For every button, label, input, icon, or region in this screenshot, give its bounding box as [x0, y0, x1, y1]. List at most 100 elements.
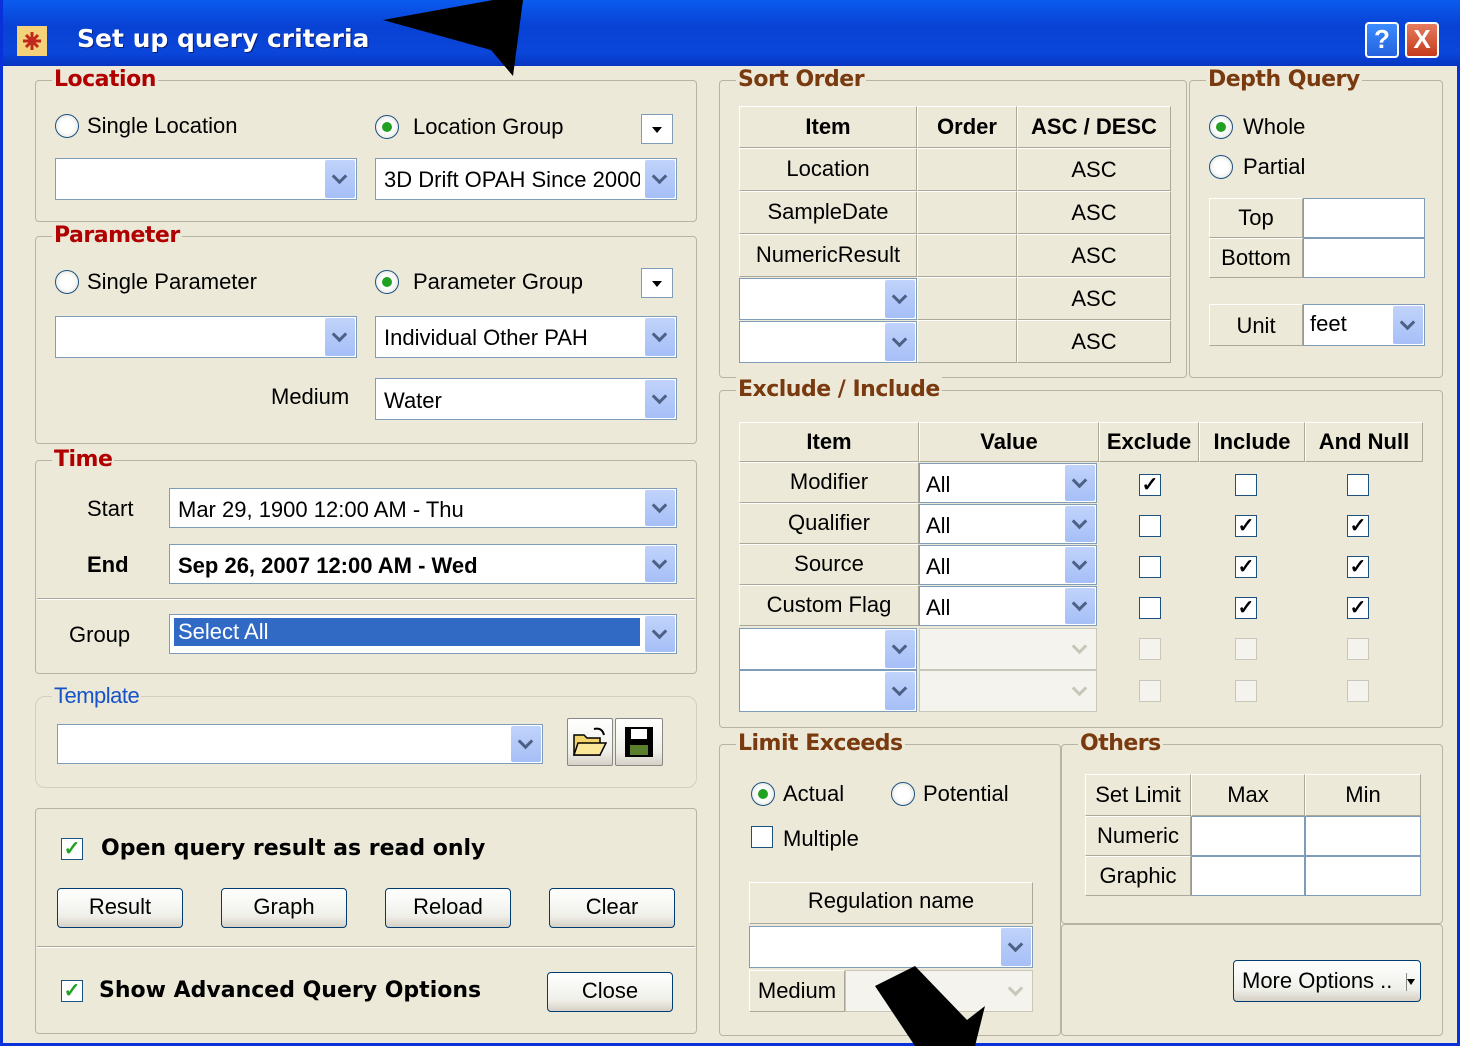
- ei-value-combo[interactable]: All: [919, 504, 1097, 544]
- save-disk-icon: [625, 727, 653, 757]
- chevron-down-icon[interactable]: [1065, 465, 1095, 501]
- chevron-down-icon[interactable]: [1065, 588, 1095, 624]
- close-button[interactable]: Close: [547, 972, 673, 1012]
- arrow-annotation-top: [383, 0, 523, 76]
- chevron-down-icon[interactable]: [885, 323, 915, 361]
- title-bar[interactable]: Set up query criteria ? X: [3, 0, 1460, 66]
- sort-row-item[interactable]: Location: [739, 148, 917, 191]
- chevron-down-icon[interactable]: [645, 160, 675, 198]
- location-group-combo[interactable]: 3D Drift OPAH Since 2000: [375, 158, 677, 200]
- template-combo[interactable]: [57, 724, 543, 764]
- parameter-group-menu-button[interactable]: [641, 268, 673, 298]
- chevron-down-icon[interactable]: [885, 630, 915, 668]
- ei-value-combo[interactable]: All: [919, 545, 1097, 585]
- end-date-combo[interactable]: Sep 26, 2007 12:00 AM - Wed: [169, 544, 677, 584]
- chevron-down-icon[interactable]: [1001, 928, 1031, 966]
- exclude-checkbox[interactable]: ✓: [1139, 474, 1161, 496]
- chevron-down-icon[interactable]: [645, 318, 675, 356]
- location-group-label: Location Group: [413, 114, 564, 139]
- include-checkbox[interactable]: [1235, 474, 1257, 496]
- chevron-down-icon[interactable]: [885, 672, 915, 710]
- location-group-menu-button[interactable]: [641, 114, 673, 144]
- folder-open-icon: [572, 727, 608, 756]
- sort-row-item[interactable]: SampleDate: [739, 191, 917, 234]
- sort-row-dir[interactable]: ASC: [1017, 277, 1171, 320]
- medium-combo[interactable]: Water: [375, 378, 677, 420]
- include-checkbox[interactable]: ✓: [1235, 556, 1257, 578]
- parameter-group-combo[interactable]: Individual Other PAH: [375, 316, 677, 358]
- single-parameter-radio[interactable]: [55, 270, 79, 294]
- chevron-down-icon[interactable]: [325, 318, 355, 356]
- more-options-button[interactable]: More Options ..: [1233, 960, 1421, 1002]
- top-input[interactable]: [1303, 198, 1425, 238]
- chevron-down-icon[interactable]: [645, 380, 675, 418]
- unit-combo[interactable]: feet: [1303, 304, 1425, 346]
- and-null-checkbox[interactable]: ✓: [1347, 515, 1369, 537]
- exclude-checkbox[interactable]: [1139, 556, 1161, 578]
- chevron-down-icon[interactable]: [645, 546, 675, 582]
- reload-button[interactable]: Reload: [385, 888, 511, 928]
- graph-button[interactable]: Graph: [221, 888, 347, 928]
- single-location-radio[interactable]: [55, 114, 79, 138]
- numeric-min-input[interactable]: [1305, 816, 1421, 856]
- whole-radio[interactable]: [1209, 115, 1233, 139]
- sort-row-dir[interactable]: ASC: [1017, 148, 1171, 191]
- group-label: Group: [69, 622, 131, 647]
- result-button[interactable]: Result: [57, 888, 183, 928]
- parameter-group-radio[interactable]: [375, 270, 399, 294]
- sort-item-combo[interactable]: [739, 278, 917, 320]
- location-group-radio[interactable]: [375, 115, 399, 139]
- clear-button[interactable]: Clear: [549, 888, 675, 928]
- readonly-checkbox[interactable]: ✓: [61, 838, 83, 860]
- chevron-down-icon[interactable]: [885, 280, 915, 318]
- include-checkbox[interactable]: ✓: [1235, 515, 1257, 537]
- and-null-checkbox[interactable]: ✓: [1347, 556, 1369, 578]
- advanced-options-checkbox[interactable]: ✓: [61, 980, 83, 1002]
- sort-row-dir[interactable]: ASC: [1017, 320, 1171, 363]
- sort-row-dir[interactable]: ASC: [1017, 191, 1171, 234]
- include-checkbox[interactable]: ✓: [1235, 597, 1257, 619]
- close-window-button[interactable]: X: [1405, 22, 1439, 58]
- partial-radio[interactable]: [1209, 155, 1233, 179]
- and-null-checkbox[interactable]: ✓: [1347, 597, 1369, 619]
- single-location-combo[interactable]: [55, 158, 357, 200]
- multiple-checkbox[interactable]: [751, 826, 773, 848]
- regulation-combo[interactable]: [749, 926, 1033, 968]
- chevron-down-icon[interactable]: [645, 490, 675, 526]
- save-template-button[interactable]: [615, 718, 663, 766]
- sort-row-order[interactable]: [917, 277, 1017, 320]
- sort-row-order[interactable]: [917, 191, 1017, 234]
- help-button[interactable]: ?: [1365, 22, 1399, 58]
- chevron-down-icon[interactable]: [511, 726, 541, 762]
- chevron-down-icon[interactable]: [1393, 306, 1423, 344]
- start-date-combo[interactable]: Mar 29, 1900 12:00 AM - Thu: [169, 488, 677, 528]
- open-template-button[interactable]: [567, 718, 613, 766]
- bottom-input[interactable]: [1303, 238, 1425, 278]
- exclude-checkbox[interactable]: [1139, 515, 1161, 537]
- potential-radio[interactable]: [891, 782, 915, 806]
- chevron-down-icon[interactable]: [1065, 506, 1095, 542]
- exclude-checkbox[interactable]: [1139, 597, 1161, 619]
- sort-item-combo[interactable]: [739, 321, 917, 363]
- ei-item-combo[interactable]: [739, 670, 917, 712]
- actual-radio[interactable]: [751, 782, 775, 806]
- sort-row-order[interactable]: [917, 148, 1017, 191]
- ei-item-combo[interactable]: [739, 628, 917, 670]
- graphic-max-input[interactable]: [1191, 856, 1305, 896]
- ei-header-exclude: Exclude: [1099, 422, 1199, 462]
- ei-value-combo[interactable]: All: [919, 463, 1097, 503]
- and-null-checkbox[interactable]: [1347, 474, 1369, 496]
- sort-row-dir[interactable]: ASC: [1017, 234, 1171, 277]
- ei-value-combo[interactable]: All: [919, 586, 1097, 626]
- sort-row-item[interactable]: NumericResult: [739, 234, 917, 277]
- sort-row-order[interactable]: [917, 234, 1017, 277]
- single-parameter-combo[interactable]: [55, 316, 357, 358]
- sort-row-order[interactable]: [917, 320, 1017, 363]
- readonly-label: Open query result as read only: [101, 836, 486, 861]
- graphic-min-input[interactable]: [1305, 856, 1421, 896]
- chevron-down-icon[interactable]: [1065, 547, 1095, 583]
- time-group-combo[interactable]: Select All: [169, 614, 677, 654]
- chevron-down-icon[interactable]: [325, 160, 355, 198]
- chevron-down-icon[interactable]: [645, 616, 675, 652]
- numeric-max-input[interactable]: [1191, 816, 1305, 856]
